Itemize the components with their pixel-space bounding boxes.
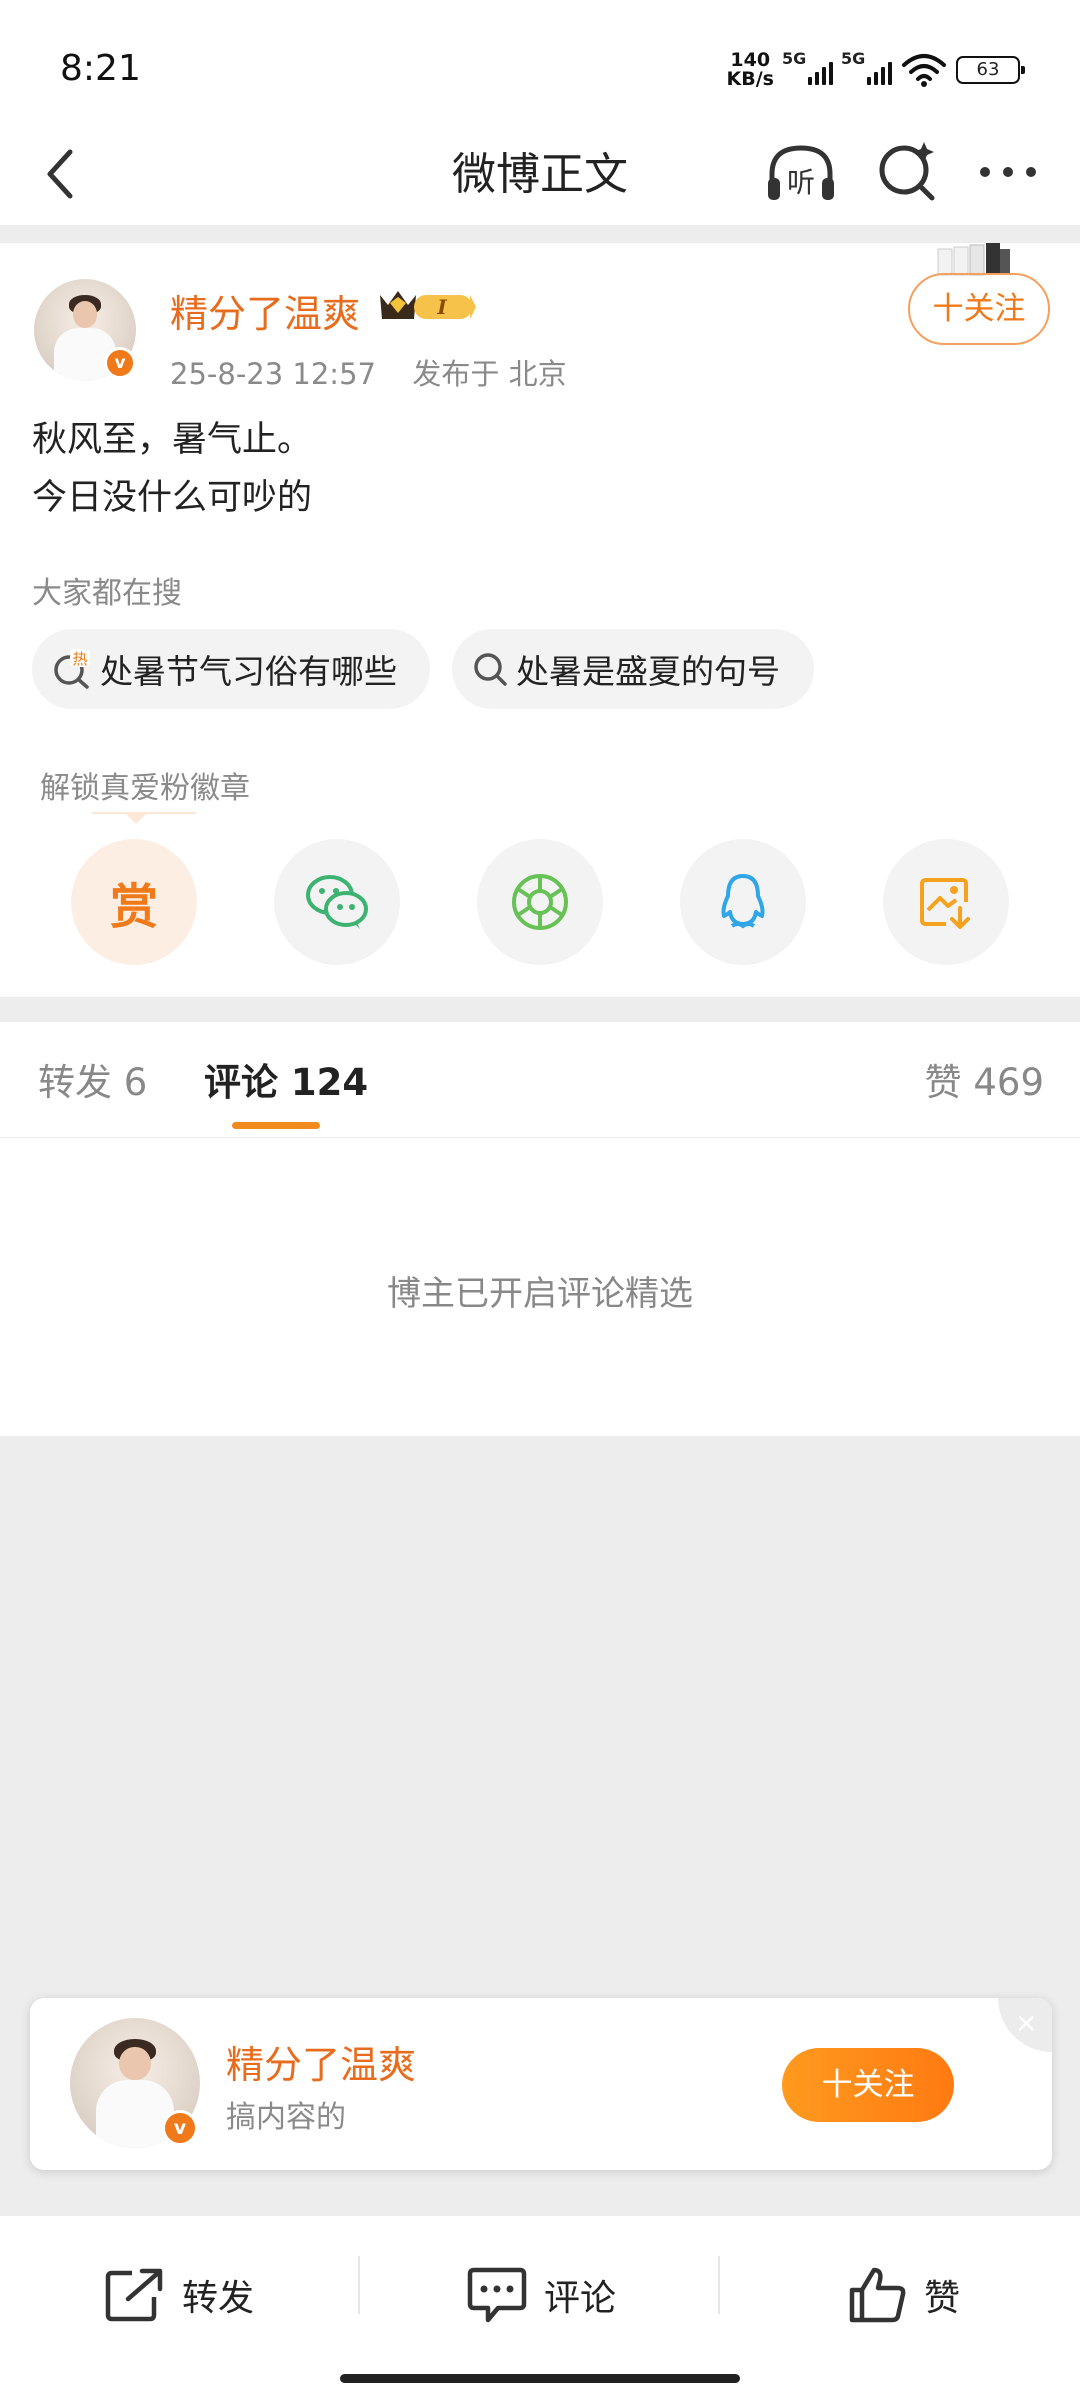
follow-button[interactable]: 十关注: [908, 273, 1050, 345]
tab-comment[interactable]: 评论 124: [204, 1052, 368, 1106]
tabs-bar: 转发 6 评论 124 赞 469: [0, 1022, 1080, 1138]
status-bar: 8:21 140 KB/s 5G 5G 63: [0, 0, 1080, 130]
member-crown-icon[interactable]: I: [374, 285, 478, 327]
hot-search-label: 大家都在搜: [32, 576, 182, 611]
tab-indicator: [232, 1122, 320, 1129]
post-location: 发布于 北京: [412, 357, 567, 391]
popup-author-name[interactable]: 精分了温爽: [226, 2034, 416, 2089]
svg-text:热: 热: [72, 650, 87, 668]
bottom-action-bar: 转发 评论 赞: [0, 2216, 1080, 2400]
share-wechat-button[interactable]: [274, 839, 400, 965]
comment-button[interactable]: 评论: [466, 2260, 616, 2330]
signal-icon: 5G: [782, 49, 833, 85]
hot-search-icon: 热: [54, 649, 90, 689]
more-icon[interactable]: [976, 142, 1040, 202]
search-icon: [474, 653, 507, 686]
follow-decoration-icon: [937, 243, 1010, 276]
tab-like[interactable]: 赞 469: [925, 1052, 1044, 1106]
moments-icon: [512, 874, 568, 930]
comment-notice: 博主已开启评论精选: [387, 1274, 693, 1314]
network-speed: 140 KB/s: [726, 49, 774, 90]
post-meta: 25-8-23 12:57 发布于 北京: [170, 351, 567, 393]
wifi-icon: [902, 54, 946, 87]
fan-badge-label: 解锁真爱粉徽章: [40, 771, 250, 806]
share-moments-button[interactable]: [477, 839, 603, 965]
battery-icon: 63: [956, 56, 1025, 84]
popup-follow-button[interactable]: 十关注: [782, 2048, 954, 2122]
verified-icon: v: [104, 347, 136, 379]
comment-area: 博主已开启评论精选: [0, 1138, 1080, 1436]
save-image-button[interactable]: [883, 839, 1009, 965]
share-icon: [105, 2268, 163, 2322]
hot-search-chip[interactable]: 处暑是盛夏的句号: [452, 629, 814, 709]
author-name[interactable]: 精分了温爽: [170, 283, 360, 338]
close-icon[interactable]: ×: [998, 1998, 1052, 2052]
reward-button[interactable]: 赏: [71, 839, 197, 965]
search-icon[interactable]: [876, 138, 940, 204]
follow-popup: v 精分了温爽 搞内容的 十关注 ×: [30, 1998, 1052, 2170]
save-image-icon: [920, 878, 970, 929]
repost-button[interactable]: 转发: [104, 2260, 254, 2330]
home-indicator[interactable]: [340, 2374, 740, 2383]
nav-bar: 微博正文 听: [0, 130, 1080, 225]
post-text: 秋风至，暑气止。 今日没什么可吵的: [32, 420, 313, 518]
status-icons: 140 KB/s 5G 5G 63: [726, 48, 1025, 92]
status-time: 8:21: [60, 48, 141, 89]
share-qq-button[interactable]: [680, 839, 806, 965]
thumbs-up-icon: [849, 2267, 906, 2323]
svg-text:I: I: [436, 295, 447, 319]
post-date: 25-8-23 12:57: [170, 357, 376, 391]
verified-icon: v: [162, 2110, 198, 2146]
wechat-icon: [306, 875, 368, 929]
qq-icon: [721, 874, 765, 929]
popup-author-desc: 搞内容的: [226, 2100, 346, 2135]
like-button[interactable]: 赞: [848, 2260, 960, 2330]
comment-icon: [467, 2267, 527, 2323]
tab-repost[interactable]: 转发 6: [38, 1052, 147, 1106]
listen-icon[interactable]: 听: [764, 140, 838, 206]
signal-icon: 5G: [841, 49, 892, 85]
hot-search-chip[interactable]: 热 处暑节气习俗有哪些: [32, 629, 430, 709]
post-card: v 精分了温爽 I 25-8-23 12:57 发布于 北京 十关注 秋风至，暑…: [0, 243, 1080, 997]
svg-text:听: 听: [787, 166, 815, 199]
